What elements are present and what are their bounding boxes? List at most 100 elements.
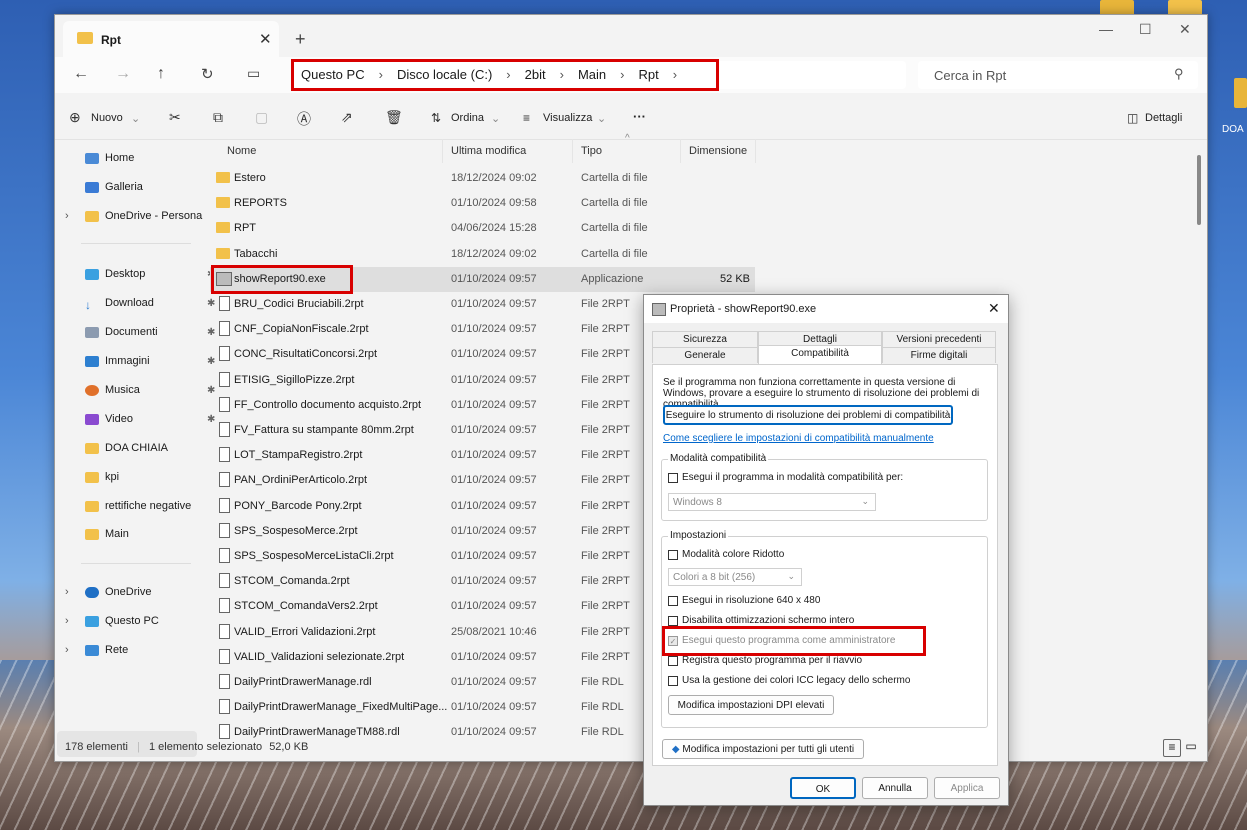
file-row[interactable]: REPORTS 01/10/2024 09:58 Cartella di file xyxy=(210,191,755,216)
sidebar-item-rettifiche[interactable]: rettifiche negative xyxy=(85,500,191,512)
file-modified: 01/10/2024 09:57 xyxy=(451,600,537,613)
troubleshoot-button[interactable]: Eseguire lo strumento di risoluzione dei… xyxy=(663,405,953,425)
checkbox-label: Registra questo programma per il riavvio xyxy=(682,655,863,666)
file-name: STCOM_Comanda.2rpt xyxy=(234,575,350,588)
file-row[interactable]: Estero 18/12/2024 09:02 Cartella di file xyxy=(210,166,755,191)
paste-icon[interactable]: ▢ xyxy=(255,109,268,126)
file-modified: 18/12/2024 09:02 xyxy=(451,247,537,260)
up-icon[interactable]: ↑ xyxy=(157,65,165,83)
details-button[interactable]: Dettagli xyxy=(1145,112,1182,124)
scrollbar-thumb[interactable] xyxy=(1197,155,1201,225)
desktop-label: DOA xyxy=(1222,124,1244,135)
select-value: Windows 8 xyxy=(673,497,722,508)
column-divider[interactable] xyxy=(755,139,756,163)
expand-icon[interactable]: › xyxy=(65,644,69,656)
document-icon xyxy=(219,422,230,437)
sidebar-item-download[interactable]: ↓ Download ✱ xyxy=(85,297,215,312)
file-name: DailyPrintDrawerManage.rdl xyxy=(234,676,372,688)
rename-icon[interactable]: Ⓐ xyxy=(297,109,311,129)
sidebar-item-label: rettifiche negative xyxy=(105,500,192,512)
cut-icon[interactable]: ✂ xyxy=(169,109,181,126)
refresh-icon[interactable]: ↻ xyxy=(201,65,214,83)
sidebar-item-home[interactable]: Home xyxy=(85,152,134,164)
column-divider[interactable] xyxy=(442,139,443,163)
file-modified: 01/10/2024 09:57 xyxy=(451,701,537,714)
new-button[interactable]: Nuovo xyxy=(91,112,123,124)
os-select[interactable]: Windows 8 ⌄ xyxy=(668,493,876,511)
more-options-button[interactable]: ··· xyxy=(633,109,646,124)
tab-security[interactable]: Sicurezza xyxy=(652,331,758,347)
column-divider[interactable] xyxy=(680,139,681,163)
sidebar-item-kpi[interactable]: kpi xyxy=(85,471,119,483)
res640-checkbox[interactable]: Esegui in risoluzione 640 x 480 xyxy=(668,595,820,606)
copy-icon[interactable]: ⧉ xyxy=(213,109,223,126)
close-tab-icon[interactable]: ✕ xyxy=(259,30,272,48)
sidebar-item-main[interactable]: Main xyxy=(85,528,129,540)
expand-icon[interactable]: › xyxy=(65,615,69,627)
plus-circle-icon[interactable]: ⊕ xyxy=(69,109,81,126)
search-icon: ⚲ xyxy=(1174,66,1184,81)
file-name: VALID_Errori Validazioni.2rpt xyxy=(234,625,376,638)
sidebar-item-documents[interactable]: Documenti ✱ xyxy=(85,326,215,338)
select-value: Colori a 8 bit (256) xyxy=(673,572,756,583)
manual-settings-link[interactable]: Come scegliere le impostazioni di compat… xyxy=(663,433,934,444)
file-row[interactable]: RPT 04/06/2024 15:28 Cartella di file xyxy=(210,216,755,241)
document-icon xyxy=(219,724,230,740)
search-input[interactable]: Cerca in Rpt ⚲ xyxy=(918,61,1198,89)
tiles-view-button[interactable]: ▭ xyxy=(1183,739,1199,755)
forward-icon[interactable]: → xyxy=(115,65,131,83)
sidebar-item-label: Questo PC xyxy=(105,615,159,627)
sort-button[interactable]: Ordina xyxy=(451,112,484,124)
sidebar-item-doa-chiaia[interactable]: DOA CHIAIA xyxy=(85,442,168,454)
sidebar-item-onedrive[interactable]: OneDrive xyxy=(85,586,151,598)
column-divider[interactable] xyxy=(572,139,573,163)
dpi-settings-button[interactable]: Modifica impostazioni DPI elevati xyxy=(668,695,834,715)
file-name: SPS_SospesoMerce.2rpt xyxy=(234,524,358,537)
sidebar-item-network[interactable]: Rete xyxy=(85,644,128,656)
cancel-button[interactable]: Annulla xyxy=(862,777,928,799)
apply-button[interactable]: Applica xyxy=(934,777,1000,799)
expand-icon[interactable]: › xyxy=(65,586,69,598)
details-view-button[interactable]: ≡ xyxy=(1163,739,1181,757)
sidebar-item-music[interactable]: Musica ✱ xyxy=(85,384,215,396)
all-users-button[interactable]: ◆ Modifica impostazioni per tutti gli ut… xyxy=(662,739,864,759)
maximize-icon[interactable]: ☐ xyxy=(1139,21,1152,38)
disable-fullscreen-checkbox[interactable]: Disabilita ottimizzazioni schermo intero xyxy=(668,615,854,626)
tab-rpt[interactable]: Rpt ✕ xyxy=(63,21,279,57)
tab-general[interactable]: Generale xyxy=(652,347,758,363)
sidebar-item-desktop[interactable]: Desktop✱ xyxy=(85,268,215,280)
share-icon[interactable]: ⇗ xyxy=(341,109,353,126)
back-icon[interactable]: ← xyxy=(73,65,89,83)
color-depth-select[interactable]: Colori a 8 bit (256) ⌄ xyxy=(668,568,802,586)
sidebar-item-this-pc[interactable]: Questo PC xyxy=(85,615,159,627)
expand-icon[interactable]: › xyxy=(65,210,69,222)
compat-mode-checkbox[interactable]: Esegui il programma in modalità compatib… xyxy=(668,472,903,483)
register-restart-checkbox[interactable]: Registra questo programma per il riavvio xyxy=(668,655,862,666)
close-dialog-icon[interactable]: ✕ xyxy=(988,300,1000,317)
sidebar-item-label: Immagini xyxy=(105,355,150,367)
desktop-folder-icon[interactable] xyxy=(1234,78,1247,108)
ok-button[interactable]: OK xyxy=(790,777,856,799)
new-tab-icon[interactable]: + xyxy=(295,29,306,50)
sidebar-item-onedrive-personal[interactable]: OneDrive - Persona xyxy=(85,210,202,222)
sidebar-item-gallery[interactable]: Galleria xyxy=(85,181,143,193)
icc-legacy-checkbox[interactable]: Usa la gestione dei colori ICC legacy de… xyxy=(668,675,910,686)
file-type: File RDL xyxy=(581,726,624,739)
folder-icon xyxy=(216,247,230,259)
view-button[interactable]: Visualizza xyxy=(543,112,592,124)
document-icon xyxy=(219,346,230,362)
sidebar-item-video[interactable]: Video ✱ xyxy=(85,413,215,425)
file-modified: 01/10/2024 09:57 xyxy=(451,323,537,336)
reduced-color-checkbox[interactable]: Modalità colore Ridotto xyxy=(668,549,784,560)
delete-icon[interactable]: 🗑 xyxy=(385,109,403,126)
tab-previous-versions[interactable]: Versioni precedenti xyxy=(882,331,996,347)
minimize-icon[interactable]: — xyxy=(1099,21,1113,37)
tab-compatibility[interactable]: Compatibilità xyxy=(758,345,882,365)
file-modified: 01/10/2024 09:57 xyxy=(451,524,537,537)
file-modified: 01/10/2024 09:57 xyxy=(451,348,537,361)
tab-digital-signatures[interactable]: Firme digitali xyxy=(882,347,996,363)
close-window-icon[interactable]: ✕ xyxy=(1179,21,1191,38)
sidebar-item-images[interactable]: Immagini ✱ xyxy=(85,355,215,367)
file-row[interactable]: Tabacchi 18/12/2024 09:02 Cartella di file xyxy=(210,242,755,267)
file-modified: 01/10/2024 09:57 xyxy=(451,398,537,411)
